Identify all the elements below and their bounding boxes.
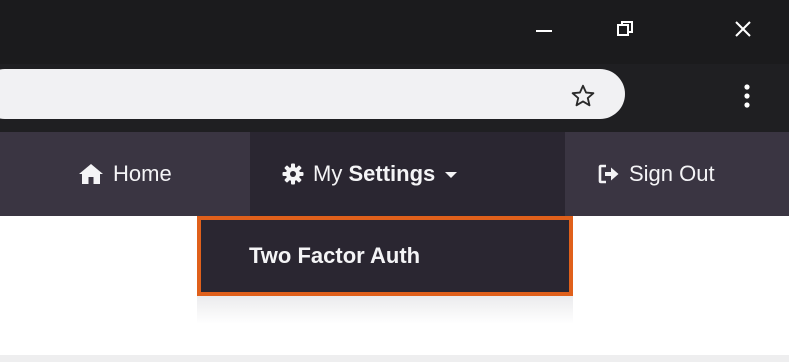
close-button[interactable] xyxy=(712,0,774,58)
settings-dropdown-menu: Two Factor Auth xyxy=(197,216,573,296)
caret-down-icon xyxy=(445,172,458,178)
minimize-icon xyxy=(536,30,552,32)
more-vertical-icon xyxy=(744,84,750,108)
bookmark-button[interactable] xyxy=(565,78,601,114)
nav-home-label: Home xyxy=(113,161,172,186)
sign-out-icon xyxy=(598,164,620,184)
browser-toolbar xyxy=(0,64,789,132)
restore-button[interactable] xyxy=(594,0,656,58)
close-icon xyxy=(735,21,751,37)
gear-icon xyxy=(282,163,304,185)
nav-settings-dropdown[interactable]: My Settings xyxy=(250,132,565,216)
home-icon xyxy=(78,163,104,185)
browser-menu-button[interactable] xyxy=(735,78,759,114)
nav-settings-label: Settings xyxy=(348,161,436,186)
nav-signout-link[interactable]: Sign Out xyxy=(598,132,715,216)
site-navbar: Home My Settings Sign Out xyxy=(0,132,789,216)
dropdown-shadow xyxy=(197,296,573,324)
dropdown-item-two-factor-auth[interactable]: Two Factor Auth xyxy=(209,225,561,287)
nav-signout-label: Sign Out xyxy=(629,161,715,186)
browser-window: Home My Settings Sign Out Two Factor Aut… xyxy=(0,0,789,362)
content-divider xyxy=(0,355,789,362)
dropdown-item-label: Two Factor Auth xyxy=(249,243,421,268)
nav-home-link[interactable]: Home xyxy=(78,132,172,216)
restore-icon xyxy=(617,21,633,36)
minimize-button[interactable] xyxy=(513,0,575,58)
address-bar-input[interactable] xyxy=(0,69,625,119)
star-icon xyxy=(571,84,595,107)
nav-settings-prefix: My xyxy=(313,161,343,186)
window-titlebar xyxy=(0,0,789,64)
